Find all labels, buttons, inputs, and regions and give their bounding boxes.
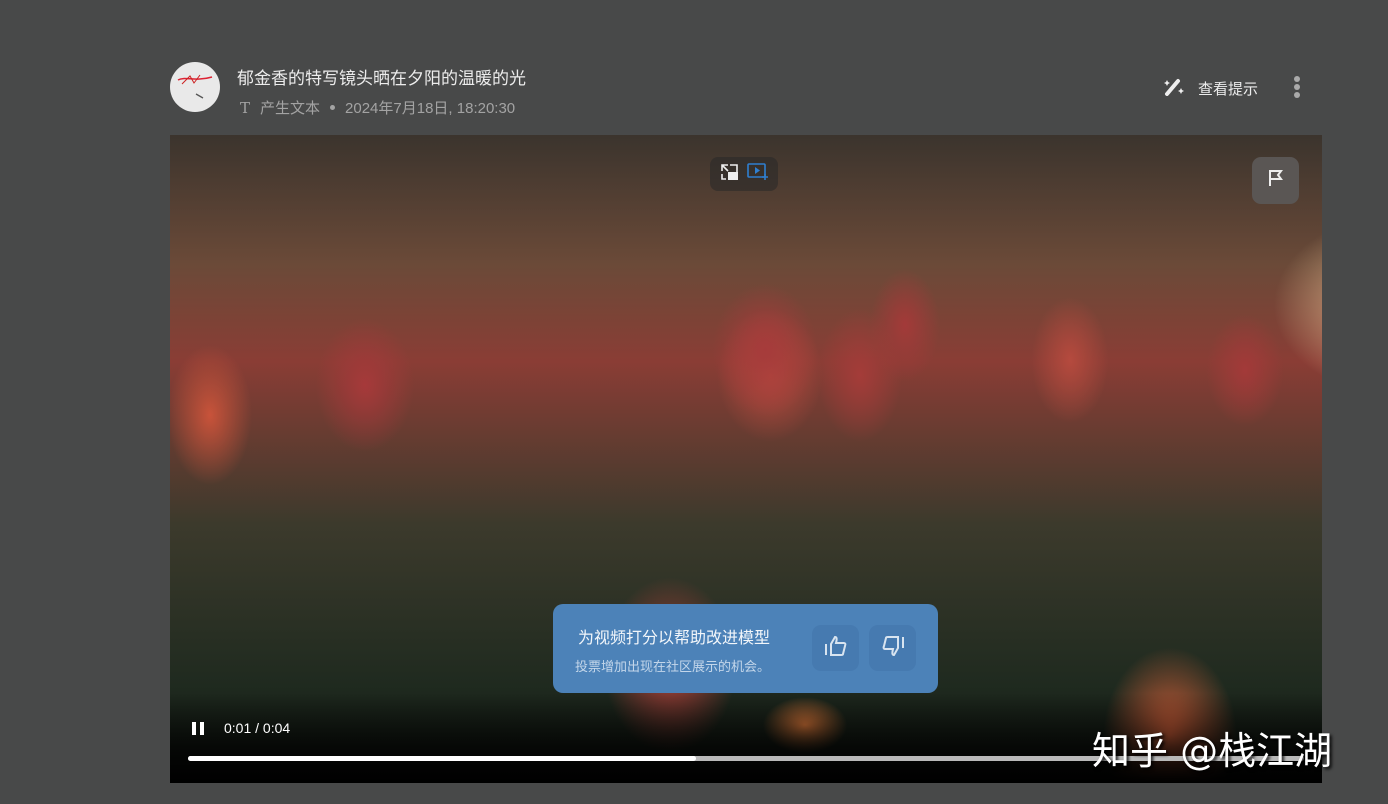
post-meta: T 产生文本 2024年7月18日, 18:20:30: [240, 97, 515, 118]
post-title: 郁金香的特写镜头晒在夕阳的温暖的光: [237, 69, 526, 88]
magic-wand-icon: [1164, 76, 1186, 100]
more-options-icon[interactable]: [1290, 74, 1304, 100]
text-type-icon: T: [240, 98, 251, 117]
flag-icon: [1266, 168, 1286, 193]
thumbs-up-button[interactable]: [812, 625, 859, 671]
view-hint-label: 查看提示: [1198, 80, 1259, 98]
video-player[interactable]: 为视频打分以帮助改进模型 投票增加出现在社区展示的机会。 0:01 / 0:04: [170, 135, 1322, 783]
progress-fill: [188, 756, 696, 761]
thumbs-down-button[interactable]: [869, 625, 916, 671]
thumbs-up-icon: [824, 635, 848, 662]
swap-view-icon[interactable]: [720, 163, 740, 186]
avatar[interactable]: [170, 62, 220, 112]
type-label: 产生文本: [260, 100, 321, 117]
view-hint-button[interactable]: 查看提示: [1164, 76, 1258, 100]
report-flag-button[interactable]: [1252, 157, 1299, 204]
separator-dot: [330, 105, 336, 110]
rating-panel: 为视频打分以帮助改进模型 投票增加出现在社区展示的机会。: [553, 604, 938, 693]
pause-button[interactable]: [192, 722, 204, 735]
watermark: 知乎 @栈江湖: [1092, 729, 1333, 773]
thumbs-down-icon: [881, 635, 905, 662]
video-mode-toolbar: [710, 157, 778, 191]
timestamp: 2024年7月18日, 18:20:30: [345, 100, 516, 117]
video-play-icon[interactable]: [746, 162, 769, 186]
playback-time: 0:01 / 0:04: [224, 720, 291, 736]
